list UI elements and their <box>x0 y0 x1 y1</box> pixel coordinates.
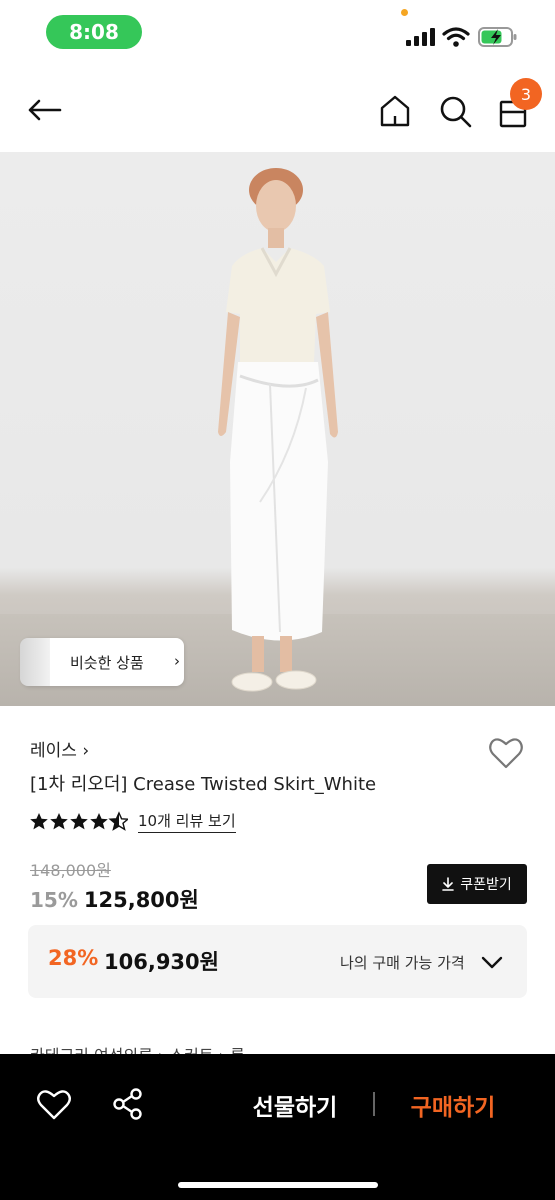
original-price: 148,000원 <box>30 861 111 880</box>
my-price-panel[interactable]: 28% 106,930원 나의 구매 가능 가격 <box>28 925 527 998</box>
battery-charging-icon <box>478 27 517 47</box>
divider <box>373 1092 375 1116</box>
home-icon[interactable] <box>376 92 414 130</box>
cart-count-badge: 3 <box>510 78 542 110</box>
similar-products-button[interactable]: 비슷한 상품 › <box>20 638 184 686</box>
share-icon[interactable] <box>110 1086 146 1122</box>
discount-percent: 15% <box>30 888 78 912</box>
brand-link[interactable]: 레이스 › <box>30 736 89 761</box>
download-icon <box>442 877 455 891</box>
similar-products-label: 비슷한 상품 <box>70 654 144 672</box>
status-time: 8:08 <box>46 15 142 49</box>
heart-icon[interactable] <box>36 1088 72 1122</box>
star-icon <box>70 813 88 830</box>
review-link[interactable]: 10개 리뷰 보기 <box>138 810 236 833</box>
back-arrow-icon <box>28 99 62 121</box>
price-row: 15% 125,800원 <box>30 884 199 914</box>
home-indicator[interactable] <box>178 1182 378 1188</box>
gift-button[interactable]: 선물하기 <box>240 1088 350 1122</box>
model-figure <box>218 168 338 692</box>
back-button[interactable] <box>26 92 66 128</box>
status-bar: 8:08 <box>0 0 555 64</box>
privacy-dot-icon <box>401 9 408 16</box>
star-icon <box>30 813 48 830</box>
bottom-action-bar: 선물하기 구매하기 <box>0 1054 555 1200</box>
chevron-down-icon[interactable] <box>480 951 504 973</box>
coupon-label: 쿠폰받기 <box>460 877 512 893</box>
sale-price: 125,800원 <box>83 888 199 912</box>
coupon-button[interactable]: 쿠폰받기 <box>427 864 527 904</box>
product-image[interactable]: 비슷한 상품 › <box>0 152 555 706</box>
search-icon[interactable] <box>436 92 474 130</box>
rating-stars <box>30 811 128 831</box>
star-icon <box>90 813 108 830</box>
wifi-icon <box>442 27 470 47</box>
product-title: [1차 리오더] Crease Twisted Skirt_White <box>30 774 377 795</box>
my-price-label: 나의 구매 가능 가격 <box>340 954 465 972</box>
signal-icon <box>406 28 435 46</box>
rating-row: 10개 리뷰 보기 <box>30 809 236 833</box>
my-price: 106,930원 <box>104 950 219 974</box>
my-discount-percent: 28% <box>48 946 99 970</box>
chevron-right-icon: › <box>174 652 180 670</box>
buy-button[interactable]: 구매하기 <box>400 1088 506 1122</box>
star-icon <box>50 813 68 830</box>
similar-thumbnail <box>20 638 50 686</box>
heart-icon[interactable] <box>488 736 524 770</box>
top-navigation <box>0 72 555 148</box>
